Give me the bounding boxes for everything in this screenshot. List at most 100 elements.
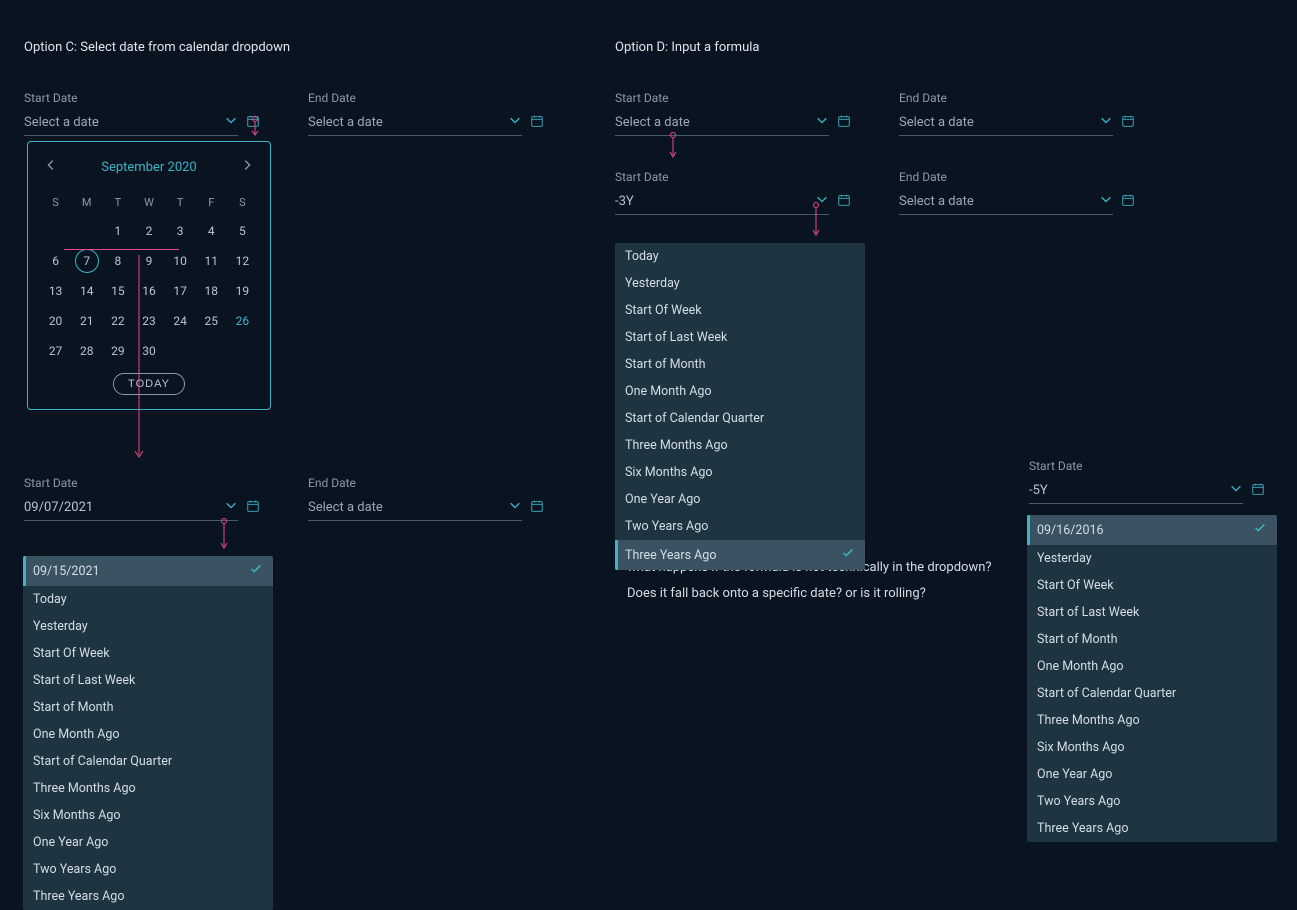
start-date-select[interactable]: 09/07/2021 — [24, 494, 238, 521]
calendar-day[interactable]: 24 — [165, 309, 196, 333]
dropdown-item[interactable]: One Month Ago — [1027, 653, 1277, 680]
chevron-down-icon — [1229, 481, 1243, 499]
chevron-down-icon — [508, 498, 522, 516]
calendar-day[interactable]: 12 — [227, 249, 258, 273]
calendar-day[interactable]: 11 — [196, 249, 227, 273]
calendar-day[interactable]: 3 — [165, 219, 196, 243]
dropdown-item[interactable]: 09/15/2021 — [23, 556, 273, 586]
calendar-day[interactable]: 4 — [196, 219, 227, 243]
calendar-day[interactable]: 6 — [40, 249, 71, 273]
dropdown-item[interactable]: Three Years Ago — [23, 883, 273, 910]
dow-header: T — [165, 192, 196, 213]
option-c-row2: Start Date 09/07/2021 End Date Select a … — [24, 476, 544, 521]
dropdown-item[interactable]: Start of Last Week — [23, 667, 273, 694]
dropdown-item[interactable]: Start of Last Week — [1027, 599, 1277, 626]
check-icon — [249, 562, 263, 580]
dropdown-item-label: Start of Month — [33, 700, 114, 715]
calendar-day[interactable]: 14 — [71, 279, 102, 303]
dropdown-item[interactable]: Start of Month — [23, 694, 273, 721]
calendar-day[interactable]: 10 — [165, 249, 196, 273]
empty-cell — [40, 219, 71, 243]
dropdown-item[interactable]: Yesterday — [23, 613, 273, 640]
dropdown-item[interactable]: Yesterday — [1027, 545, 1277, 572]
dropdown-item[interactable]: Yesterday — [615, 270, 865, 297]
calendar-day[interactable]: 15 — [102, 279, 133, 303]
empty-cell — [71, 219, 102, 243]
calendar-day[interactable]: 18 — [196, 279, 227, 303]
dropdown-item[interactable]: Today — [615, 243, 865, 270]
calendar-day[interactable]: 5 — [227, 219, 258, 243]
chevron-down-icon — [508, 113, 522, 131]
dropdown-item[interactable]: Two Years Ago — [1027, 788, 1277, 815]
today-button[interactable]: TODAY — [113, 373, 185, 395]
calendar-day[interactable]: 20 — [40, 309, 71, 333]
dropdown-item-label: Three Years Ago — [625, 548, 716, 563]
dropdown-item[interactable]: Start of Calendar Quarter — [23, 748, 273, 775]
start-date-value: -5Y — [1029, 483, 1048, 498]
calendar-icon[interactable] — [530, 114, 544, 132]
calendar-day[interactable]: 7 — [75, 249, 99, 273]
next-month-button[interactable] — [236, 154, 258, 180]
calendar-day[interactable]: 13 — [40, 279, 71, 303]
option-c-title: Option C: Select date from calendar drop… — [24, 40, 584, 55]
calendar-day[interactable]: 21 — [71, 309, 102, 333]
dropdown-item[interactable]: One Month Ago — [23, 721, 273, 748]
dropdown-item[interactable]: Two Years Ago — [23, 856, 273, 883]
dropdown-item[interactable]: Start Of Week — [615, 297, 865, 324]
dropdown-item[interactable]: Start of Month — [615, 351, 865, 378]
dropdown-item[interactable]: Start Of Week — [1027, 572, 1277, 599]
end-date-select[interactable]: Select a date — [308, 109, 522, 136]
calendar-day[interactable]: 25 — [196, 309, 227, 333]
start-date-select[interactable]: -5Y — [1029, 477, 1243, 504]
dropdown-item[interactable]: One Year Ago — [615, 486, 865, 513]
dropdown-item[interactable]: Start of Month — [1027, 626, 1277, 653]
dropdown-item-label: 09/15/2021 — [33, 564, 100, 579]
calendar-day[interactable]: 8 — [102, 249, 133, 273]
calendar-icon[interactable] — [246, 499, 260, 517]
calendar-day[interactable]: 2 — [133, 219, 164, 243]
dropdown-item[interactable]: One Year Ago — [1027, 761, 1277, 788]
calendar-day[interactable]: 22 — [102, 309, 133, 333]
dropdown-item[interactable]: Two Years Ago — [615, 513, 865, 540]
start-date-select[interactable]: Select a date — [615, 109, 829, 136]
end-date-select[interactable]: Select a date — [308, 494, 522, 521]
dropdown-item[interactable]: Three Years Ago — [1027, 815, 1277, 842]
calendar-grid: SMTWTFS123456789101112131415161718192021… — [40, 192, 258, 363]
calendar-day[interactable]: 17 — [165, 279, 196, 303]
dropdown-item[interactable]: Start of Calendar Quarter — [615, 405, 865, 432]
dropdown-item[interactable]: One Month Ago — [615, 378, 865, 405]
start-date-field: Start Date 09/07/2021 — [24, 476, 260, 521]
calendar-day[interactable]: 19 — [227, 279, 258, 303]
end-date-select[interactable]: Select a date — [899, 109, 1113, 136]
calendar-icon[interactable] — [1121, 193, 1135, 211]
calendar-icon[interactable] — [1251, 482, 1265, 500]
calendar-day[interactable]: 29 — [102, 339, 133, 363]
calendar-day[interactable]: 1 — [102, 219, 133, 243]
dropdown-item-label: Yesterday — [625, 276, 680, 291]
calendar-day[interactable]: 28 — [71, 339, 102, 363]
calendar-day[interactable]: 27 — [40, 339, 71, 363]
start-date-select[interactable]: -3Y — [615, 188, 829, 215]
dropdown-item[interactable]: Start Of Week — [23, 640, 273, 667]
prev-month-button[interactable] — [40, 154, 62, 180]
dropdown-item[interactable]: Start of Last Week — [615, 324, 865, 351]
dropdown-item[interactable]: Start of Calendar Quarter — [1027, 680, 1277, 707]
dropdown-item[interactable]: Six Months Ago — [1027, 734, 1277, 761]
end-date-select[interactable]: Select a date — [899, 188, 1113, 215]
calendar-icon[interactable] — [530, 499, 544, 517]
dropdown-item[interactable]: One Year Ago — [23, 829, 273, 856]
dropdown-item-label: Today — [625, 249, 659, 264]
dropdown-item[interactable]: Three Years Ago — [615, 540, 865, 570]
calendar-day[interactable]: 26 — [227, 309, 258, 333]
dropdown-item[interactable]: Six Months Ago — [615, 459, 865, 486]
dropdown-item[interactable]: Six Months Ago — [23, 802, 273, 829]
calendar-icon[interactable] — [837, 114, 851, 132]
dropdown-item[interactable]: Three Months Ago — [1027, 707, 1277, 734]
calendar-icon[interactable] — [837, 193, 851, 211]
start-date-select[interactable]: Select a date — [24, 109, 238, 136]
calendar-icon[interactable] — [1121, 114, 1135, 132]
dropdown-item[interactable]: 09/16/2016 — [1027, 515, 1277, 545]
dropdown-item[interactable]: Three Months Ago — [615, 432, 865, 459]
dropdown-item[interactable]: Today — [23, 586, 273, 613]
dropdown-item[interactable]: Three Months Ago — [23, 775, 273, 802]
